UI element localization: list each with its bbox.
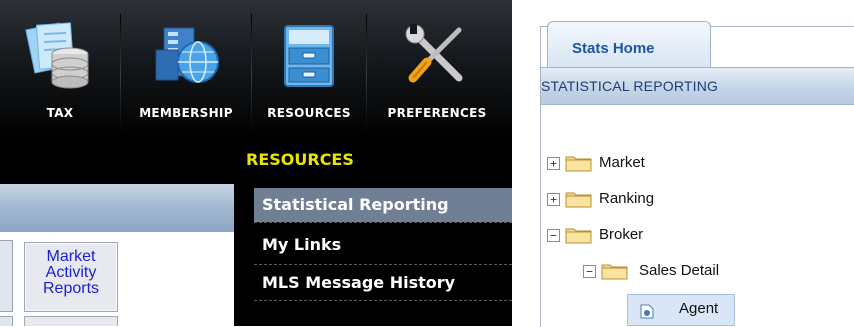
membership-network-icon <box>155 27 219 83</box>
tree-item-agent-label: Agent <box>667 298 747 322</box>
market-activity-reports-button[interactable]: Market Activity Reports <box>24 242 118 312</box>
tree-item-label: Market <box>599 154 645 171</box>
folder-icon <box>565 192 592 208</box>
panel-header: STATISTICAL REPORTING <box>541 68 854 105</box>
menu-item-label: MLS Message History <box>262 273 456 292</box>
tile-line-1: Market <box>46 248 96 265</box>
expand-icon[interactable]: + <box>547 193 560 206</box>
nav-resources[interactable]: RESOURCES <box>252 0 366 142</box>
partial-tile[interactable] <box>0 316 13 326</box>
folder-icon <box>565 156 592 172</box>
menu-item-my-links[interactable]: My Links <box>254 228 512 262</box>
menu-item-statistical-reporting[interactable]: Statistical Reporting <box>254 188 512 222</box>
document-icon <box>640 304 654 319</box>
nav-tax[interactable]: TAX <box>0 0 120 142</box>
resources-cabinet-icon <box>284 25 334 87</box>
tab-label: Stats Home <box>572 40 655 57</box>
tree-item-label: Sales Detail <box>639 262 720 279</box>
menu-item-label: My Links <box>262 235 342 254</box>
menu-item-mls-message-history[interactable]: MLS Message History <box>254 266 512 300</box>
tree-item-ranking[interactable]: + Ranking <box>547 188 727 212</box>
panel-header-title: STATISTICAL REPORTING <box>541 78 719 94</box>
tab-stats-home[interactable]: Stats Home <box>547 21 711 68</box>
tree-item-label: Ranking <box>599 190 655 207</box>
partial-tile[interactable] <box>0 240 13 312</box>
tree-item-label: Broker <box>599 226 644 243</box>
menu-item-label: Statistical Reporting <box>262 195 449 214</box>
tree-item-market[interactable]: + Market <box>547 152 727 176</box>
nav-resources-label: RESOURCES <box>267 106 351 120</box>
tree-item-sales-detail[interactable]: − Sales Detail <box>583 260 783 284</box>
tile-line-3: Reports <box>42 280 100 297</box>
partial-tile[interactable] <box>24 316 118 326</box>
nav-tax-label: TAX <box>46 106 74 120</box>
tree-item-broker[interactable]: − Broker <box>547 224 727 248</box>
nav-membership-label: MEMBERSHIP <box>139 106 233 120</box>
nav-membership[interactable]: MEMBERSHIP <box>121 0 251 142</box>
nav-preferences-label: PREFERENCES <box>387 106 487 120</box>
preferences-tools-icon <box>405 24 463 83</box>
tile-line-2: Activity <box>45 264 97 281</box>
folder-open-icon <box>601 264 628 280</box>
expand-icon[interactable]: + <box>547 157 560 170</box>
menu-divider <box>254 300 512 301</box>
menu-divider <box>254 264 512 265</box>
tree-item-label: Agent <box>679 300 719 317</box>
stats-panel: Stats Home STATISTICAL REPORTING + Marke… <box>540 21 854 327</box>
tax-database-icon <box>25 22 89 89</box>
menu-divider <box>254 222 512 223</box>
nav-preferences[interactable]: PREFERENCES <box>367 0 507 142</box>
dropdown-title: RESOURCES <box>246 150 354 169</box>
resources-dropdown-menu: RESOURCES Statistical Reporting My Links… <box>234 142 512 326</box>
collapse-icon[interactable]: − <box>547 229 560 242</box>
folder-open-icon <box>565 228 592 244</box>
left-panel: TAX MEMBERSHIP RESOURCES PREFERENCES Mar… <box>0 0 512 326</box>
collapse-icon[interactable]: − <box>583 265 596 278</box>
